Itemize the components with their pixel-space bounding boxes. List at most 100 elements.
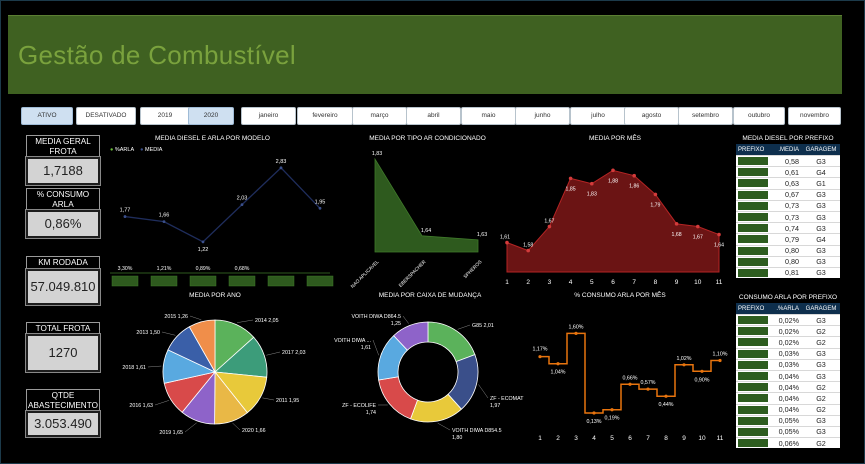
prefixo-cell	[736, 383, 769, 392]
data-point-mes	[717, 232, 721, 237]
value-cell: 0,02%	[778, 337, 799, 347]
table-row[interactable]: 0,81 G3	[736, 266, 840, 278]
table-row[interactable]: 0,02% G2	[736, 325, 840, 336]
data-point-mes	[568, 176, 573, 181]
prefixo-cell	[736, 157, 769, 166]
data-point-mes	[505, 240, 509, 245]
x-tick-label: 5	[610, 435, 614, 442]
table-title-diesel: MEDIA DIESEL POR PREFIXO	[742, 135, 834, 142]
data-point-mes	[611, 168, 615, 173]
bar-arla	[267, 275, 295, 287]
x-tick-label: 8	[664, 435, 668, 442]
prefixo-cell	[736, 394, 769, 403]
table-row[interactable]: 0,04% G2	[736, 392, 840, 403]
table-row[interactable]: 0,04% G2	[736, 403, 840, 415]
table-arla-prefixo[interactable]: PREFIXO .%ARLA GARAGEM 0,02% G3 0,02% G2 0,02% G…	[736, 303, 840, 449]
column-header[interactable]: PREFIXO	[736, 147, 769, 153]
data-label-mes: 1,64	[714, 243, 724, 249]
table-row[interactable]: 0,02% G2	[736, 336, 840, 347]
x-tick-label: 6	[628, 435, 632, 442]
prefixo-cell	[736, 268, 769, 277]
data-point-arla	[610, 408, 614, 412]
pie-slice[interactable]	[427, 321, 476, 363]
data-label-arla: 0,57%	[640, 380, 655, 386]
table-row[interactable]: 0,05% G3	[736, 414, 840, 426]
table-row[interactable]: 0,74 G3	[736, 222, 840, 233]
x-tick-label: SPHEROS	[463, 259, 484, 280]
leader-line	[147, 365, 162, 368]
garagem-cell: G3	[816, 156, 826, 166]
x-tick-label: 8	[654, 279, 658, 286]
bar-arla	[189, 275, 217, 287]
table-row[interactable]: 0,03% G3	[736, 347, 840, 359]
data-point-arla	[700, 369, 704, 373]
value-cell: 0,05%	[778, 427, 799, 437]
value-cell: 0,03%	[778, 349, 799, 359]
data-label-arla: 1,21%	[157, 266, 172, 272]
x-tick-label: 5	[590, 279, 594, 286]
data-point-mes	[696, 224, 700, 229]
pie-label: 2014 2,05	[255, 318, 279, 324]
table-row[interactable]: 0,63 G1	[736, 177, 840, 188]
table-row[interactable]: 0,80 G3	[736, 255, 840, 267]
garagem-cell: G3	[816, 360, 826, 370]
table-row[interactable]: 0,79 G4	[736, 233, 840, 244]
leader-line	[236, 319, 254, 323]
garagem-cell: G2	[816, 382, 826, 392]
x-tick-label: 11	[717, 435, 724, 442]
value-cell: 0,04%	[778, 382, 799, 392]
table-row[interactable]: 0,03% G3	[736, 358, 840, 370]
data-point-arla	[556, 362, 560, 366]
data-point-mes	[674, 222, 679, 226]
leader-line	[457, 324, 471, 330]
table-row[interactable]: 0,73 G3	[736, 199, 840, 211]
value-cell: 0,06%	[778, 438, 799, 448]
data-point-arla	[574, 331, 578, 336]
column-header[interactable]: .%ARLA	[769, 306, 804, 312]
table-row[interactable]: 0,06% G2	[736, 437, 840, 448]
table-row[interactable]: 0,67 G3	[736, 188, 840, 200]
prefixo-cell	[736, 201, 769, 210]
column-header[interactable]: .MEDIA	[769, 147, 804, 153]
data-label-arla: 0,44%	[658, 402, 673, 408]
value-cell: 0,61	[785, 167, 799, 177]
pie-label: 2011 1,95	[276, 398, 299, 404]
table-row[interactable]: 0,73 G3	[736, 210, 840, 222]
leader-line	[161, 331, 176, 336]
data-label-arla: 1,04%	[550, 370, 565, 376]
data-point-mes	[547, 224, 552, 229]
pie-slice[interactable]	[378, 376, 419, 420]
table-row[interactable]: 0,05% G3	[736, 425, 840, 437]
pie-label: 2018 1,61	[122, 365, 146, 371]
table-row[interactable]: 0,80 G3	[736, 244, 840, 256]
garagem-cell: G2	[816, 438, 826, 448]
x-tick-label: 3	[574, 435, 578, 442]
data-label-mes: 1,67	[544, 219, 554, 225]
table-row[interactable]: 0,61 G4	[736, 166, 840, 177]
table-row[interactable]: 0,58 G3	[736, 155, 840, 166]
garagem-cell: G2	[816, 326, 826, 336]
x-tick-label: 4	[592, 435, 596, 442]
garagem-cell: G3	[816, 212, 826, 222]
data-label-mes: 1,85	[566, 186, 576, 192]
table-row[interactable]: 0,04% G3	[736, 369, 840, 381]
bar-arla	[150, 275, 178, 287]
garagem-cell: G3	[816, 257, 826, 267]
bar-arla	[306, 275, 334, 287]
pie-label: 2017 2,03	[282, 350, 306, 356]
x-tick-label: 7	[646, 435, 650, 442]
area-ar-condicionado	[374, 157, 479, 253]
column-header[interactable]: GARAGEM	[804, 306, 838, 312]
prefixo-cell	[736, 416, 769, 425]
prefixo-cell	[736, 179, 769, 188]
table-diesel-prefixo[interactable]: PREFIXO .MEDIA GARAGEM 0,58 G3 0,61 G4 0,63 G1 0,…	[736, 144, 840, 279]
column-header[interactable]: PREFIXO	[736, 306, 769, 312]
table-row[interactable]: 0,04% G2	[736, 381, 840, 392]
column-header[interactable]: GARAGEM	[804, 147, 838, 153]
value-cell: 0,04%	[778, 405, 799, 415]
data-label-mes: 1,61	[500, 235, 510, 241]
value-cell: 0,73	[785, 201, 799, 211]
prefixo-cell	[736, 327, 769, 336]
data-label-media: 1,66	[159, 213, 170, 219]
table-row[interactable]: 0,02% G3	[736, 314, 840, 325]
